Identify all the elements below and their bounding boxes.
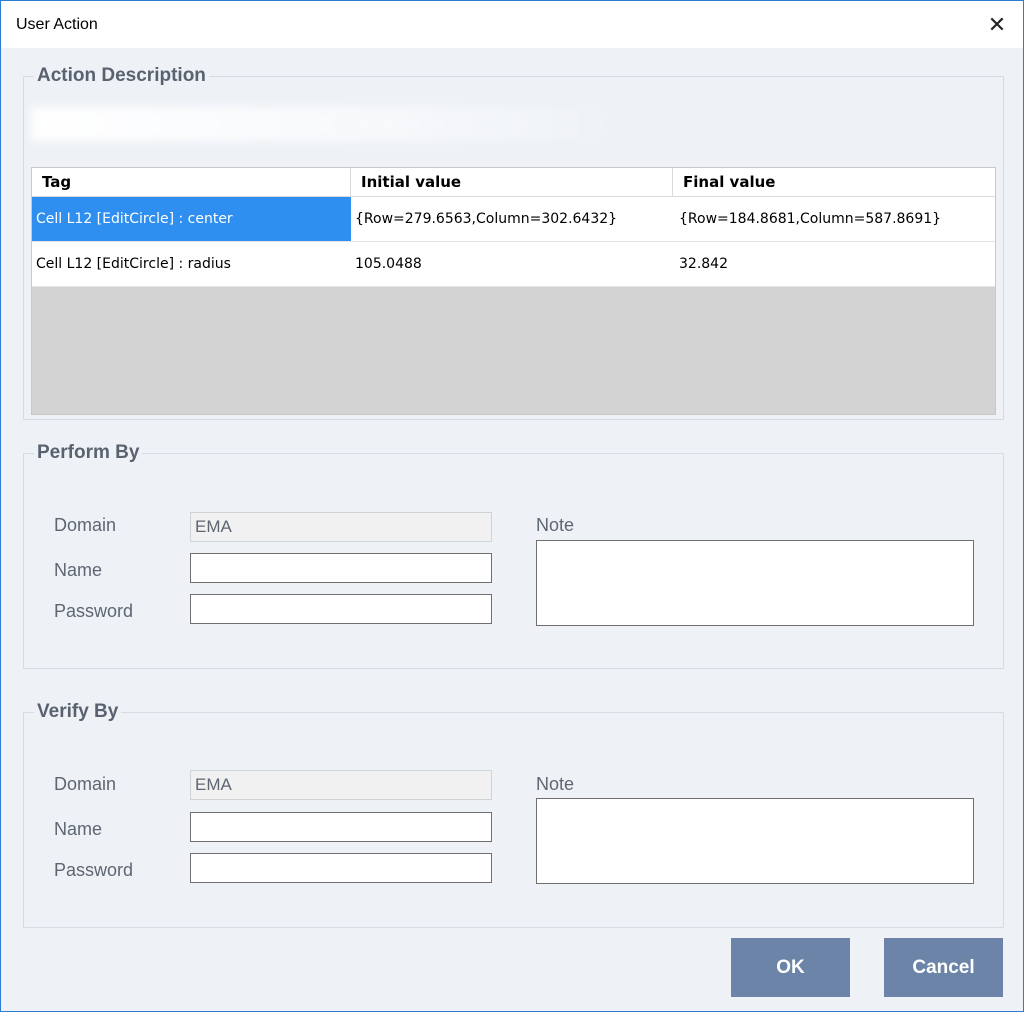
- ok-button[interactable]: OK: [731, 938, 850, 997]
- action-description-title: Action Description: [34, 65, 209, 87]
- perform-by-group: Perform By Domain EMA Name Password Note: [23, 442, 1004, 669]
- window-title: User Action: [16, 16, 98, 33]
- row-final-cell[interactable]: {Row=184.8681,Column=587.8691}: [675, 197, 995, 241]
- cancel-button[interactable]: Cancel: [884, 938, 1003, 997]
- verify-name-label: Name: [54, 819, 103, 839]
- verify-domain-label: Domain: [54, 774, 117, 794]
- row-final-cell[interactable]: 32.842: [675, 242, 995, 286]
- table-row[interactable]: Cell L12 [EditCircle] : radius 105.0488 …: [32, 242, 995, 287]
- blurred-description: [32, 107, 632, 141]
- perform-password-input[interactable]: [190, 594, 492, 624]
- perform-name-input[interactable]: [190, 553, 492, 583]
- perform-domain-label: Domain: [54, 515, 117, 535]
- row-tag-cell[interactable]: Cell L12 [EditCircle] : radius: [32, 242, 351, 286]
- row-initial-cell[interactable]: {Row=279.6563,Column=302.6432}: [351, 197, 673, 241]
- row-tag-cell[interactable]: Cell L12 [EditCircle] : center: [32, 197, 351, 241]
- verify-password-label: Password: [54, 860, 134, 880]
- table-row[interactable]: Cell L12 [EditCircle] : center {Row=279.…: [32, 197, 995, 242]
- perform-by-title: Perform By: [34, 442, 143, 464]
- perform-domain-field: EMA: [190, 512, 492, 542]
- action-description-group: Action Description Tag Initial value Fin…: [23, 65, 1004, 420]
- verify-note-label: Note: [536, 774, 575, 794]
- close-icon[interactable]: ✕: [971, 1, 1023, 48]
- column-header-final-value[interactable]: Final value: [673, 168, 995, 196]
- verify-by-title: Verify By: [34, 701, 122, 723]
- row-initial-cell[interactable]: 105.0488: [351, 242, 673, 286]
- table-header: Tag Initial value Final value: [32, 168, 995, 197]
- verify-note-textarea[interactable]: [536, 798, 974, 884]
- verify-password-input[interactable]: [190, 853, 492, 883]
- perform-password-label: Password: [54, 601, 134, 621]
- column-header-tag[interactable]: Tag: [32, 168, 351, 196]
- title-bar: User Action ✕: [1, 1, 1023, 48]
- verify-domain-field: EMA: [190, 770, 492, 800]
- perform-note-label: Note: [536, 515, 575, 535]
- verify-by-group: Verify By Domain EMA Name Password Note: [23, 701, 1004, 928]
- column-header-initial-value[interactable]: Initial value: [351, 168, 673, 196]
- perform-name-label: Name: [54, 560, 103, 580]
- action-table[interactable]: Tag Initial value Final value Cell L12 […: [31, 167, 996, 415]
- user-action-dialog: User Action ✕ Action Description Tag Ini…: [0, 0, 1024, 1012]
- verify-name-input[interactable]: [190, 812, 492, 842]
- perform-note-textarea[interactable]: [536, 540, 974, 626]
